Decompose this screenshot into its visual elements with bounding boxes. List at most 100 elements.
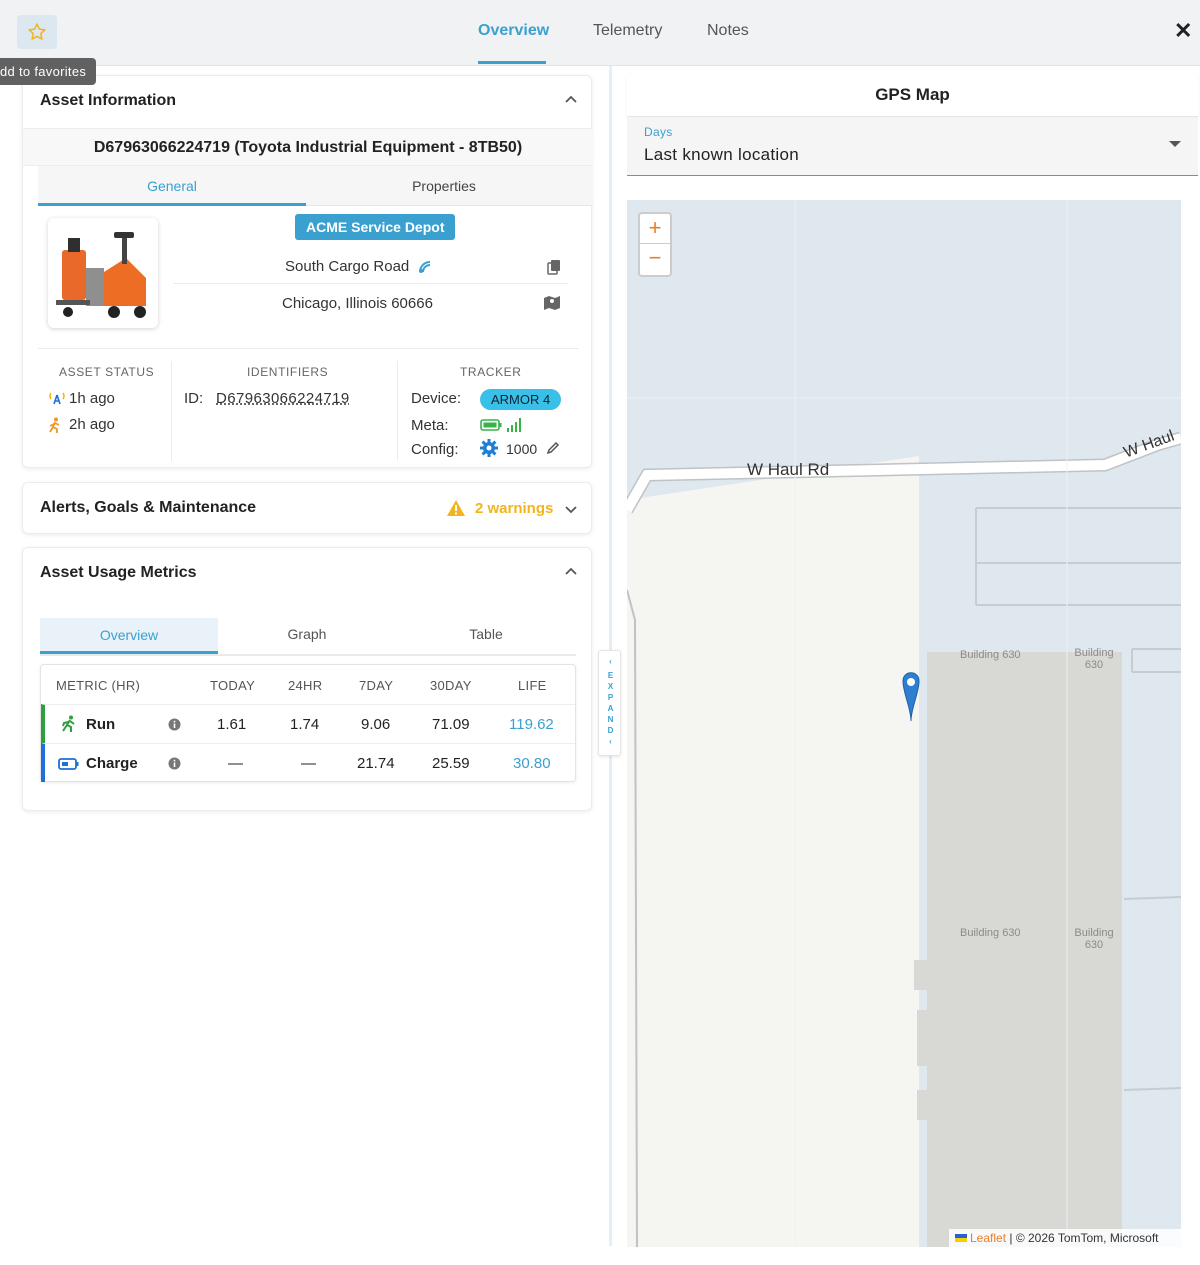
metric-name: Run (86, 716, 116, 733)
road-label: W Haul Rd (747, 460, 830, 479)
table-row: Run 1.61 1.74 9.06 71.09 119.62 (41, 704, 575, 743)
building-label: Building 630 (1074, 927, 1114, 951)
attribution-text: | © 2026 TomTom, Microsoft (1009, 1231, 1159, 1245)
battery-icon (480, 418, 502, 436)
7day-value: 9.06 (361, 716, 391, 733)
info-icon[interactable] (168, 757, 181, 775)
column-header-today: TODAY (210, 678, 256, 693)
zoom-in-button[interactable]: + (640, 214, 670, 244)
building-label: Building 630 (960, 927, 1021, 939)
asset-heading: D67963066224719 (Toyota Industrial Equip… (23, 128, 593, 166)
info-icon[interactable] (168, 718, 181, 736)
alerts-card[interactable]: Alerts, Goals & Maintenance 2 warnings (22, 482, 592, 534)
asset-subtabs: General Properties (38, 166, 593, 206)
star-icon (28, 23, 46, 40)
edit-pencil-icon[interactable] (546, 441, 560, 460)
favorite-tooltip: dd to favorites (0, 58, 97, 85)
today-value: 1.61 (217, 716, 247, 733)
gps-map-title: GPS Map (627, 75, 1198, 117)
column-header-life: LIFE (518, 678, 547, 693)
expand-chevron-icon: ‹ (609, 737, 612, 746)
column-header-metric: METRIC (HR) (56, 678, 141, 693)
active-tab-indicator (478, 61, 546, 64)
tracker-header: TRACKER (460, 365, 522, 379)
days-label: Days (644, 125, 673, 139)
device-label: Device: (411, 390, 462, 407)
id-value[interactable]: D67963066224719 (216, 390, 350, 407)
zoom-out-button[interactable]: − (640, 244, 670, 274)
building-label: Building 630 (1074, 647, 1114, 671)
collapse-chevron-icon[interactable] (564, 93, 578, 107)
favorite-button[interactable] (17, 15, 57, 49)
usage-metrics-title: Asset Usage Metrics (40, 564, 197, 581)
run-icon (60, 715, 78, 738)
close-icon[interactable]: ✕ (1174, 18, 1192, 44)
24hr-value: 1.74 (290, 716, 320, 733)
subtab-general[interactable]: General (38, 178, 306, 194)
movement-icon (48, 417, 62, 438)
config-label: Config: (411, 441, 459, 458)
metric-name: Charge (86, 755, 138, 772)
today-value: — (228, 755, 243, 772)
city-address: Chicago, Illinois 60666 (282, 295, 433, 312)
metrics-tab-overview[interactable]: Overview (40, 618, 218, 654)
life-value: 119.62 (509, 716, 554, 733)
days-select[interactable]: Days Last known location (627, 117, 1198, 176)
building-label: Building 630 (960, 649, 1021, 661)
expand-letter: E (607, 671, 614, 680)
asset-information-card: Asset Information D67963066224719 (Toyot… (22, 75, 593, 468)
flag-icon (955, 1234, 967, 1242)
report-signal-icon (48, 391, 66, 410)
column-divider (171, 361, 172, 461)
last-report-time: 1h ago (69, 390, 115, 407)
metrics-tabs: Overview Graph Table (40, 618, 576, 656)
leaflet-link[interactable]: Leaflet (970, 1231, 1006, 1245)
expand-letter: X (607, 682, 614, 691)
tab-overview[interactable]: Overview (478, 22, 549, 40)
table-row: Charge — — 21.74 25.59 30.80 (41, 743, 575, 782)
map-icon[interactable] (543, 295, 561, 316)
warning-icon (446, 499, 466, 522)
column-header-24hr: 24HR (288, 678, 323, 693)
last-move-time: 2h ago (69, 416, 115, 433)
collapse-chevron-icon[interactable] (564, 565, 578, 579)
metrics-table: METRIC (HR) TODAY 24HR 7DAY 30DAY LIFE R… (40, 664, 576, 782)
expand-chevron-icon: ‹ (609, 657, 612, 666)
gear-icon (479, 438, 499, 463)
tab-notes[interactable]: Notes (707, 22, 749, 40)
dropdown-arrow-icon (1169, 141, 1181, 147)
gps-map[interactable]: W Haul Rd W Haul Building 630 Building 6… (627, 200, 1181, 1247)
subtab-indicator (38, 203, 306, 206)
zoom-control: + − (638, 212, 672, 277)
column-header-30day: 30DAY (430, 678, 472, 693)
days-value: Last known location (644, 145, 800, 164)
device-badge[interactable]: ARMOR 4 (480, 389, 562, 410)
tab-telemetry[interactable]: Telemetry (593, 22, 662, 40)
expand-letter: N (607, 715, 614, 724)
info-divider (38, 348, 579, 349)
expand-chevron-icon[interactable] (564, 504, 578, 518)
service-depot-badge[interactable]: ACME Service Depot (295, 214, 456, 240)
metrics-tab-table[interactable]: Table (397, 626, 575, 642)
usage-metrics-card: Asset Usage Metrics Overview Graph Table… (22, 547, 592, 811)
warnings-count[interactable]: 2 warnings (475, 500, 553, 517)
subtab-properties[interactable]: Properties (306, 178, 582, 194)
address-divider (173, 283, 568, 284)
asset-status-header: ASSET STATUS (59, 365, 155, 379)
identifiers-header: IDENTIFIERS (247, 365, 329, 379)
asset-information-title: Asset Information (40, 92, 177, 109)
street-address: South Cargo Road (285, 258, 410, 275)
signal-bars-icon (506, 417, 524, 437)
battery-icon (58, 757, 80, 775)
metrics-tab-graph[interactable]: Graph (218, 626, 396, 642)
column-divider (397, 361, 398, 461)
map-tiles (627, 200, 1181, 1247)
7day-value: 21.74 (357, 755, 395, 772)
copy-icon[interactable] (547, 259, 561, 280)
24hr-value: — (301, 755, 316, 772)
asset-thumbnail[interactable] (48, 218, 158, 328)
expand-button[interactable]: ‹ E X P A N D ‹ (598, 650, 621, 756)
30day-value: 25.59 (432, 755, 470, 772)
alerts-title: Alerts, Goals & Maintenance (40, 499, 257, 516)
expand-letter: D (607, 726, 614, 735)
